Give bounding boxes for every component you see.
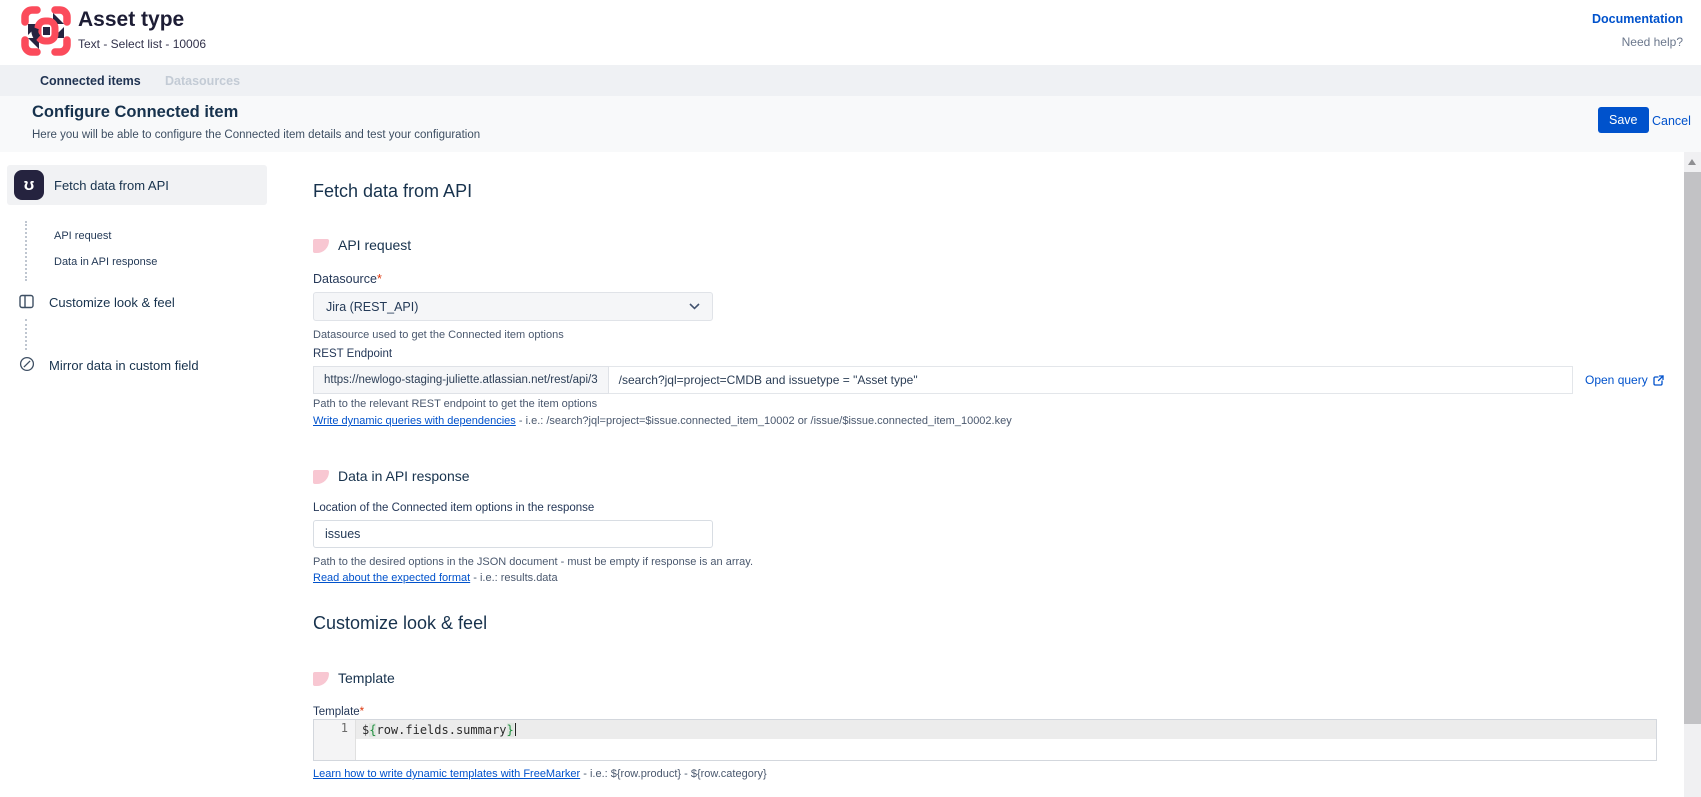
section-petal-icon	[313, 672, 329, 686]
configure-header-band: Configure Connected item Here you will b…	[0, 96, 1701, 152]
tab-bar: Connected items Datasources	[0, 65, 1701, 96]
cancel-button[interactable]: Cancel	[1652, 114, 1691, 128]
editor-code-area[interactable]: ${row.fields.summary}	[356, 720, 1656, 760]
sidebar-item-customize[interactable]: Customize look & feel	[49, 295, 175, 310]
required-asterisk: *	[360, 706, 364, 718]
save-button[interactable]: Save	[1598, 107, 1649, 133]
app-logo-icon	[20, 5, 72, 57]
open-query-label: Open query	[1585, 373, 1648, 387]
rest-endpoint-input[interactable]: /search?jql=project=CMDB and issuetype =…	[609, 366, 1573, 394]
freemarker-link[interactable]: Learn how to write dynamic templates wit…	[313, 768, 580, 780]
page-subtitle: Text - Select list - 10006	[78, 37, 206, 51]
sidebar-connector-line	[25, 221, 27, 281]
layout-icon	[19, 294, 34, 309]
section-heading-fetch: Fetch data from API	[313, 181, 472, 202]
external-link-icon	[1652, 374, 1665, 387]
sidebar-connector-line	[25, 319, 27, 350]
datasource-select-value: Jira (REST_API)	[326, 300, 418, 314]
tab-connected-items[interactable]: Connected items	[40, 65, 141, 96]
page-title: Asset type	[78, 8, 184, 32]
data-response-title: Data in API response	[338, 468, 470, 484]
rest-endpoint-base: https://newlogo-staging-juliette.atlassi…	[313, 366, 609, 394]
section-petal-icon	[313, 239, 329, 253]
section-petal-icon	[313, 470, 329, 484]
editor-code-line: ${row.fields.summary}	[356, 720, 1656, 739]
sidebar-item-api-request[interactable]: API request	[54, 230, 111, 242]
template-label-text: Template	[313, 706, 360, 718]
freemarker-hint: Learn how to write dynamic templates wit…	[313, 768, 767, 780]
editor-line-number: 1	[314, 720, 356, 760]
location-help-text: Path to the desired options in the JSON …	[313, 556, 753, 568]
code-dollar: $	[362, 723, 369, 737]
template-title: Template	[338, 670, 395, 686]
freemarker-example: - i.e.: ${row.product} - ${row.category}	[580, 768, 767, 780]
vertical-scrollbar[interactable]	[1684, 152, 1701, 797]
code-body: row.fields.summary	[376, 723, 506, 737]
template-code-editor[interactable]: 1 ${row.fields.summary}	[313, 719, 1657, 761]
datasource-label: Datasource*	[313, 272, 382, 286]
configure-title: Configure Connected item	[32, 103, 238, 122]
need-help-text: Need help?	[1622, 35, 1683, 49]
dynamic-queries-link[interactable]: Write dynamic queries with dependencies	[313, 415, 516, 427]
section-heading-customize: Customize look & feel	[313, 613, 487, 634]
rest-endpoint-label: REST Endpoint	[313, 348, 392, 360]
tab-datasources[interactable]: Datasources	[165, 65, 240, 96]
datasource-label-text: Datasource	[313, 272, 377, 286]
open-query-link[interactable]: Open query	[1585, 373, 1665, 387]
chevron-down-icon	[689, 303, 700, 310]
dynamic-queries-example: - i.e.: /search?jql=project=$issue.conne…	[516, 415, 1012, 427]
sidebar-item-data-response[interactable]: Data in API response	[54, 256, 157, 268]
scrollbar-up-arrow-icon[interactable]	[1688, 159, 1696, 165]
connected-item-config-page: Asset type Text - Select list - 10006 Do…	[0, 0, 1701, 797]
app-header: Asset type Text - Select list - 10006 Do…	[0, 0, 1701, 65]
location-label: Location of the Connected item options i…	[313, 502, 594, 514]
expected-format-link[interactable]: Read about the expected format	[313, 572, 470, 584]
text-cursor	[515, 723, 516, 736]
documentation-link[interactable]: Documentation	[1592, 12, 1683, 26]
location-input[interactable]: issues	[313, 520, 713, 548]
scrollbar-thumb[interactable]	[1684, 172, 1701, 724]
configure-subtitle: Here you will be able to configure the C…	[32, 129, 480, 141]
code-close-brace: }	[507, 723, 514, 737]
expected-format-hint: Read about the expected format - i.e.: r…	[313, 572, 558, 584]
datasource-select[interactable]: Jira (REST_API)	[313, 292, 713, 321]
hook-icon: ʊ	[14, 170, 44, 200]
api-request-title: API request	[338, 237, 411, 253]
expected-format-example: - i.e.: results.data	[470, 572, 557, 584]
sidebar-item-mirror[interactable]: Mirror data in custom field	[49, 358, 199, 373]
datasource-help-text: Datasource used to get the Connected ite…	[313, 329, 564, 341]
endpoint-help-text: Path to the relevant REST endpoint to ge…	[313, 398, 597, 410]
template-label: Template*	[313, 706, 364, 718]
pencil-circle-icon	[19, 356, 35, 372]
dynamic-queries-hint: Write dynamic queries with dependencies …	[313, 415, 1012, 427]
rest-endpoint-group: https://newlogo-staging-juliette.atlassi…	[313, 366, 1573, 394]
required-asterisk: *	[377, 272, 382, 286]
code-open-brace: {	[369, 723, 376, 737]
sidebar-item-fetch-data-label: Fetch data from API	[54, 178, 169, 193]
